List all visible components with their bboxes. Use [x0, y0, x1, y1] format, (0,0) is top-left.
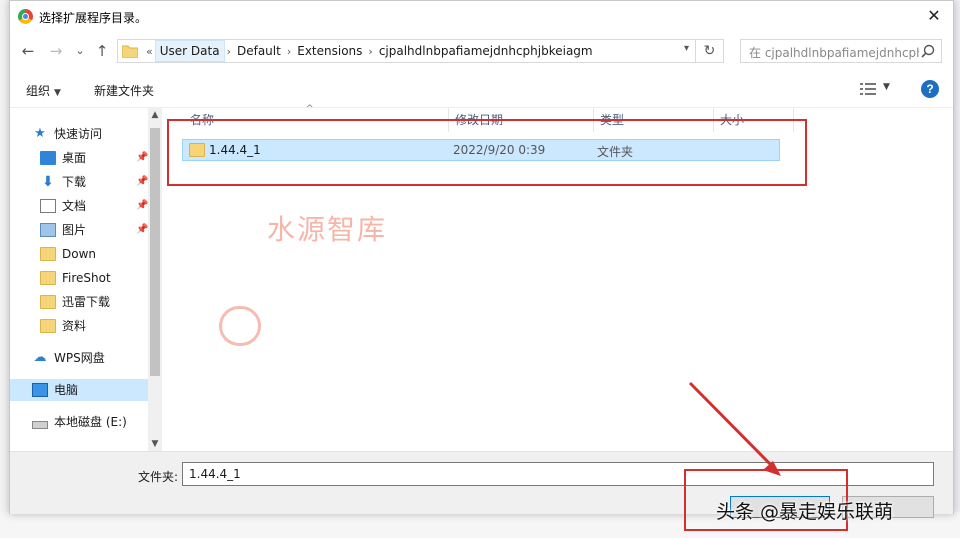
chevron-right-icon: › [226, 44, 231, 58]
sidebar-item-xunlei-downloads[interactable]: 迅雷下载 [40, 291, 110, 313]
sidebar-item-label: 文档 [62, 199, 87, 213]
chevron-down-icon[interactable]: ▼ [883, 82, 890, 92]
help-button[interactable]: ? [921, 80, 939, 98]
sidebar-item-wps-drive[interactable]: ☁ WPS网盘 [32, 347, 105, 369]
desktop-icon [40, 150, 56, 165]
sidebar-item-materials[interactable]: 资料 [40, 315, 86, 337]
folder-picker-dialog: 选择扩展程序目录。 ✕ ← → ⌄ ↑ « User Data › Defaul… [9, 0, 954, 518]
picture-icon [40, 222, 56, 237]
overflow-chevron-icon[interactable]: « [144, 45, 155, 58]
back-button[interactable]: ← [18, 41, 38, 61]
recent-locations-button[interactable]: ⌄ [70, 41, 90, 61]
chrome-icon [18, 9, 33, 24]
folder-icon [40, 246, 56, 261]
sidebar-item-documents[interactable]: 文档 📌 [40, 195, 148, 217]
sidebar-item-this-pc[interactable]: 电脑 [10, 379, 148, 401]
sidebar-item-local-disk-e[interactable]: 本地磁盘 (E:) [32, 411, 127, 433]
sidebar-item-label: WPS网盘 [54, 351, 105, 365]
search-placeholder: 在 cjpalhdlnbpafiamejdnhcphjbkeiagm 中搜索 [749, 46, 919, 60]
sidebar-item-downloads[interactable]: ⬇ 下载 📌 [40, 171, 148, 193]
breadcrumb: « User Data › Default › Extensions › cjp… [144, 40, 597, 62]
refresh-button[interactable]: ↻ [696, 39, 724, 63]
organize-label: 组织 [26, 84, 51, 98]
scrollbar-thumb[interactable] [150, 128, 160, 376]
sidebar-item-down[interactable]: Down [40, 243, 96, 265]
breadcrumb-user-data[interactable]: User Data [154, 40, 225, 62]
pin-icon: 📌 [136, 176, 149, 187]
address-bar[interactable]: « User Data › Default › Extensions › cjp… [117, 39, 696, 63]
sidebar-item-label: 电脑 [54, 383, 79, 397]
organize-button[interactable]: 组织 ▼ [26, 82, 61, 99]
highlight-box-file [167, 119, 807, 186]
sidebar-item-desktop[interactable]: 桌面 📌 [40, 147, 148, 169]
chevron-down-icon[interactable]: ▾ [684, 43, 689, 54]
sidebar-item-label: 快速访问 [54, 127, 103, 141]
folder-icon [40, 270, 56, 285]
star-icon: ★ [34, 125, 46, 141]
breadcrumb-extensions[interactable]: Extensions [293, 44, 366, 58]
chevron-down-icon: ▼ [54, 88, 61, 98]
sidebar-item-fireshot[interactable]: FireShot [40, 267, 111, 289]
pin-icon: 📌 [136, 224, 149, 235]
sidebar-item-label: 迅雷下载 [62, 295, 111, 309]
download-icon: ⬇ [42, 173, 54, 190]
sidebar-scrollbar[interactable]: ▲ ▼ [148, 108, 162, 451]
scroll-down-icon[interactable]: ▼ [148, 439, 162, 449]
breadcrumb-extension-id[interactable]: cjpalhdlnbpafiamejdnhcphjbkeiagm [375, 44, 597, 58]
navigation-bar: ← → ⌄ ↑ « User Data › Default › Extensio… [10, 35, 953, 69]
sidebar-item-label: 下载 [62, 175, 87, 189]
drive-icon [32, 420, 48, 429]
chevron-right-icon: › [368, 44, 373, 58]
cloud-icon: ☁ [33, 349, 47, 365]
document-icon [40, 198, 56, 213]
pin-icon: 📌 [136, 152, 149, 163]
scroll-up-icon[interactable]: ▲ [148, 110, 162, 120]
title-bar: 选择扩展程序目录。 ✕ [10, 1, 953, 32]
close-button[interactable]: ✕ [921, 5, 947, 27]
navigation-pane: ★ 快速访问 桌面 📌 ⬇ 下载 📌 文档 📌 图片 📌 Down FireShot 迅雷下… [10, 108, 162, 451]
watermark-text: 水源智库 [267, 213, 388, 246]
search-input[interactable]: 在 cjpalhdlnbpafiamejdnhcphjbkeiagm 中搜索 [740, 39, 942, 63]
folder-icon [40, 294, 56, 309]
command-bar: 组织 ▼ 新建文件夹 ▼ ? [10, 73, 953, 108]
search-icon [921, 44, 935, 58]
sidebar-item-pictures[interactable]: 图片 📌 [40, 219, 148, 241]
view-options-icon[interactable] [860, 82, 876, 96]
pin-icon: 📌 [136, 200, 149, 211]
new-folder-button[interactable]: 新建文件夹 [94, 82, 154, 99]
credit-watermark: 头条 @暴走娱乐联萌 [716, 501, 894, 523]
folder-icon [122, 45, 138, 58]
chevron-right-icon: › [286, 44, 292, 58]
breadcrumb-default[interactable]: Default [233, 44, 285, 58]
sidebar-item-label: 资料 [62, 319, 87, 333]
sidebar-item-label: 桌面 [62, 151, 87, 165]
watermark-logo [219, 306, 261, 346]
sidebar-item-label: FireShot [62, 271, 111, 285]
up-button[interactable]: ↑ [92, 41, 112, 61]
folder-icon [40, 318, 56, 333]
sidebar-item-quick-access[interactable]: ★ 快速访问 [32, 123, 102, 145]
sidebar-item-label: 本地磁盘 (E:) [54, 415, 127, 429]
dialog-title: 选择扩展程序目录。 [39, 11, 148, 25]
sidebar-item-label: 图片 [62, 223, 87, 237]
computer-icon [32, 382, 48, 397]
folder-label: 文件夹: [138, 470, 179, 484]
sidebar-item-label: Down [62, 247, 97, 261]
forward-button[interactable]: → [46, 41, 66, 61]
